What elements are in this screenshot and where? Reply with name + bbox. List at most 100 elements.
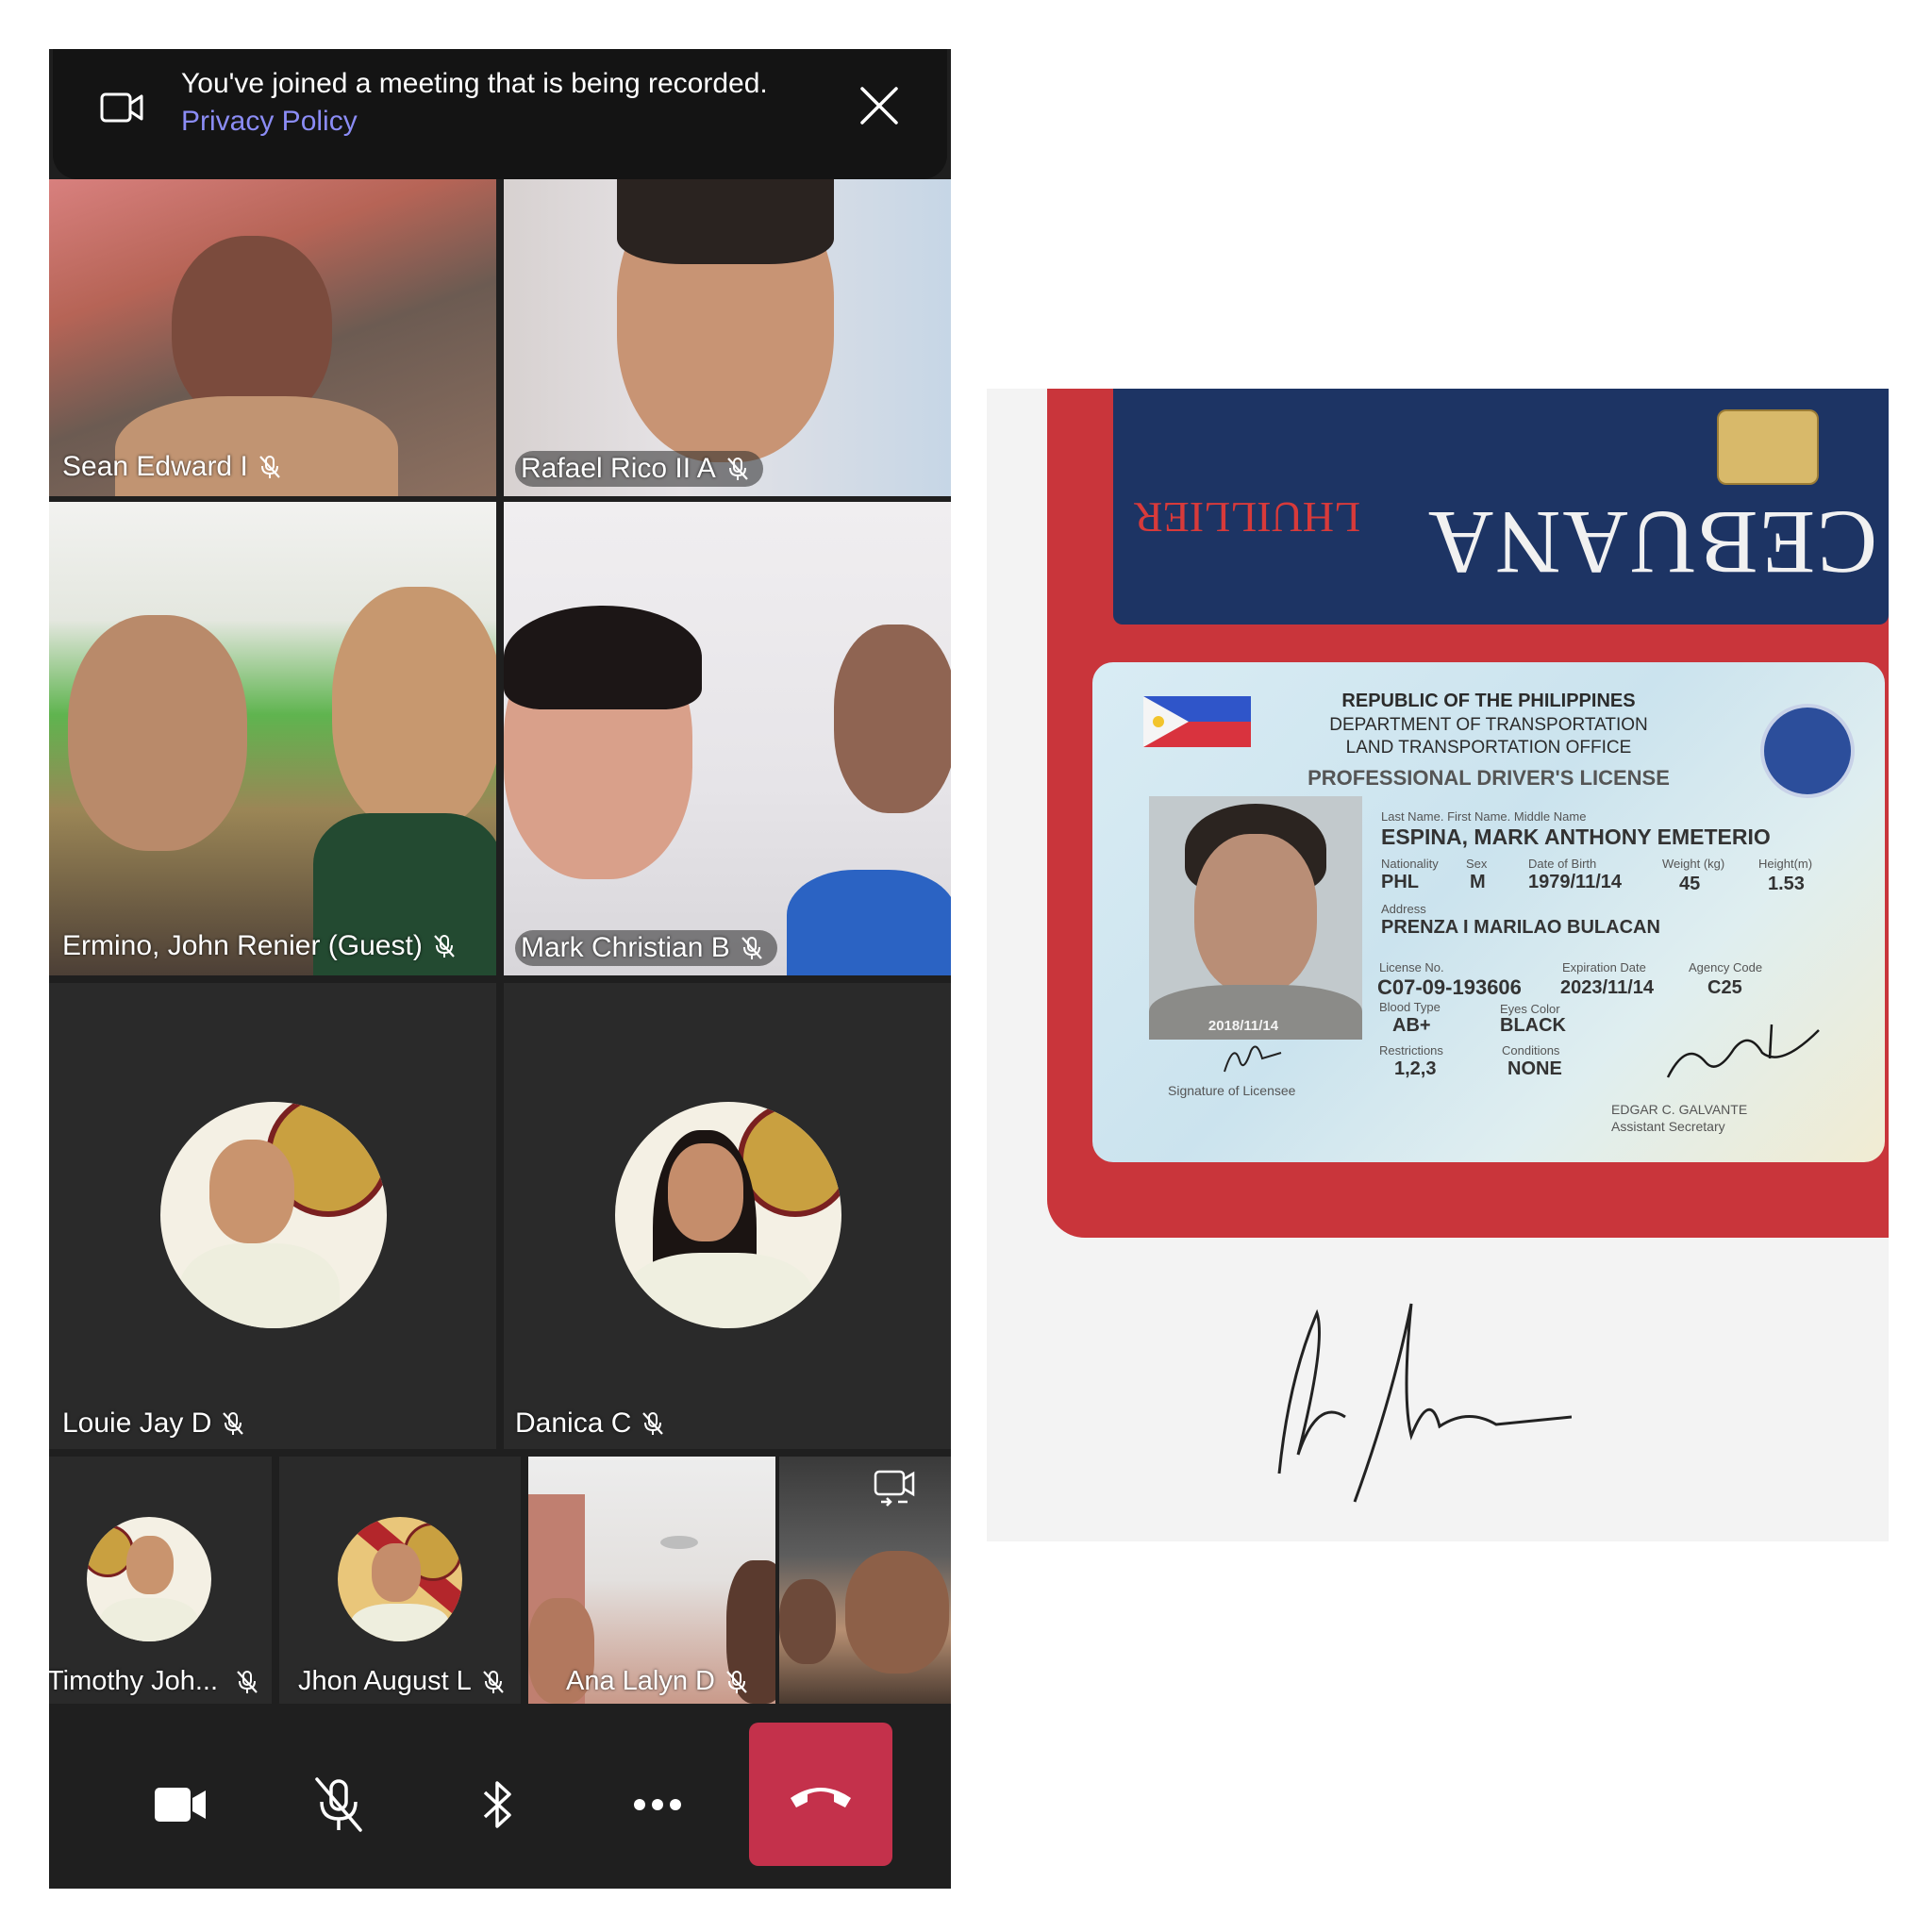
- agency-label: Agency Code: [1689, 960, 1763, 974]
- avatar-body: [351, 1604, 449, 1641]
- video-camera-icon: [100, 92, 143, 123]
- avatar-face: [668, 1143, 743, 1241]
- recording-banner: You've joined a meeting that is being re…: [53, 49, 947, 179]
- nationality-label: Nationality: [1381, 857, 1439, 871]
- mic-off-icon: [483, 1670, 504, 1693]
- video-camera-icon[interactable]: [147, 1772, 213, 1838]
- mic-off-icon: [223, 1412, 244, 1435]
- conditions-value: NONE: [1507, 1058, 1562, 1079]
- participant-name: Ana Lalyn D: [566, 1666, 715, 1696]
- license-title: PROFESSIONAL DRIVER'S LICENSE: [1307, 766, 1670, 790]
- signature-label: Signature of Licensee: [1168, 1083, 1296, 1098]
- avatar: [615, 1102, 841, 1328]
- participant-name: Danica C: [515, 1407, 632, 1439]
- recording-message: You've joined a meeting that is being re…: [181, 68, 768, 99]
- restrictions-value: 1,2,3: [1394, 1058, 1437, 1079]
- bluetooth-icon[interactable]: [464, 1772, 530, 1838]
- self-view-tile[interactable]: [779, 1457, 951, 1704]
- participant-video: [332, 587, 496, 832]
- nationality-value: PHL: [1381, 872, 1419, 892]
- participant-name: Jhon August L: [298, 1666, 472, 1696]
- participant-name: Rafael Rico II A: [521, 453, 716, 484]
- participant-name: Ermino, John Renier (Guest): [62, 930, 423, 961]
- license-name: ESPINA, MARK ANTHONY EMETERIO: [1381, 824, 1771, 849]
- height-label: Height(m): [1758, 857, 1813, 871]
- license-photo: CEBUANA LHUILLIER REPUBLIC OF THE PHILIP…: [987, 389, 1889, 1541]
- more-icon[interactable]: [625, 1772, 691, 1838]
- eyes-label: Eyes Color: [1500, 1002, 1560, 1016]
- participant-tile[interactable]: Sean Edward I: [49, 179, 496, 496]
- license-header-1: REPUBLIC OF THE PHILIPPINES: [1341, 691, 1636, 711]
- participant-video: [834, 625, 951, 813]
- avatar: [87, 1517, 211, 1641]
- participant-video-body: [787, 870, 951, 975]
- blood-label: Blood Type: [1379, 1000, 1441, 1014]
- weight-label: Weight (kg): [1662, 857, 1725, 871]
- handwritten-signature: [1277, 1303, 1572, 1503]
- drivers-license: REPUBLIC OF THE PHILIPPINES DEPARTMENT O…: [1092, 662, 1885, 1162]
- hang-up-icon: [791, 1788, 851, 1807]
- participant-tile[interactable]: Timothy Joh...: [49, 1457, 272, 1704]
- conditions-label: Conditions: [1502, 1043, 1560, 1058]
- cebuana-card: CEBUANA LHUILLIER: [1113, 389, 1889, 625]
- sex-label: Sex: [1466, 857, 1488, 871]
- eyes-value: BLACK: [1500, 1015, 1566, 1036]
- avatar-face: [209, 1140, 294, 1243]
- participant-name: Mark Christian B: [521, 932, 730, 963]
- mic-off-icon: [726, 458, 748, 480]
- participant-tile[interactable]: Louie Jay D: [49, 983, 496, 1449]
- participant-tile[interactable]: Danica C: [504, 983, 951, 1449]
- weight-value: 45: [1679, 874, 1701, 894]
- participant-tile[interactable]: Ermino, John Renier (Guest): [49, 502, 496, 975]
- participant-tile[interactable]: Rafael Rico II A: [504, 179, 951, 496]
- license-no-label: License No.: [1379, 960, 1444, 974]
- microphone-off-icon[interactable]: [306, 1772, 372, 1838]
- mic-off-icon: [433, 935, 455, 958]
- expiration-value: 2023/11/14: [1560, 977, 1654, 998]
- agency-value: C25: [1707, 977, 1742, 998]
- participant-name-tag: Ermino, John Renier (Guest): [62, 930, 458, 962]
- licensee-signature: [1224, 1045, 1282, 1073]
- close-icon[interactable]: [855, 81, 904, 130]
- participant-name: Timothy Joh...: [49, 1666, 219, 1696]
- blood-value: AB+: [1392, 1015, 1431, 1036]
- license-header-3: LAND TRANSPORTATION OFFICE: [1345, 738, 1632, 758]
- mic-off-icon: [258, 456, 280, 478]
- portrait-face: [1194, 834, 1317, 994]
- address-value: PRENZA I MARILAO BULACAN: [1381, 917, 1660, 938]
- participant-video-hair: [504, 606, 702, 709]
- name-label: Last Name. First Name. Middle Name: [1381, 809, 1587, 824]
- mic-off-icon: [642, 1412, 664, 1435]
- mic-off-icon: [237, 1670, 258, 1693]
- official-title: Assistant Secretary: [1611, 1119, 1725, 1134]
- avatar-body: [100, 1598, 198, 1641]
- participant-tile[interactable]: Mark Christian B: [504, 502, 951, 975]
- participant-tile[interactable]: Ana Lalyn D: [528, 1457, 775, 1704]
- mic-off-icon: [741, 937, 762, 959]
- participant-name-tag: Louie Jay D: [62, 1407, 247, 1440]
- participant-name-tag: Rafael Rico II A: [515, 451, 763, 487]
- hang-up-button[interactable]: [749, 1723, 892, 1866]
- restrictions-label: Restrictions: [1379, 1043, 1443, 1058]
- participant-video-lamp: [660, 1536, 698, 1549]
- participant-name-tag: Danica C: [515, 1407, 667, 1440]
- address-label: Address: [1381, 902, 1426, 916]
- dob-value: 1979/11/14: [1528, 872, 1622, 892]
- self-view-person: [779, 1579, 836, 1664]
- participant-name: Sean Edward I: [62, 451, 248, 482]
- official-signature: [1666, 1024, 1820, 1078]
- sex-value: M: [1470, 872, 1486, 892]
- avatar-face: [372, 1543, 421, 1602]
- avatar: [160, 1102, 387, 1328]
- privacy-policy-link[interactable]: Privacy Policy: [181, 106, 358, 138]
- participant-tile[interactable]: Jhon August L: [279, 1457, 521, 1704]
- switch-camera-icon[interactable]: [870, 1462, 919, 1511]
- participant-video-hair: [617, 179, 834, 264]
- participant-name-tag: Ana Lalyn D: [566, 1666, 751, 1697]
- height-value: 1.53: [1768, 874, 1805, 894]
- license-header-2: DEPARTMENT OF TRANSPORTATION: [1329, 715, 1648, 735]
- participant-name-tag: Mark Christian B: [515, 930, 777, 966]
- official-name: EDGAR C. GALVANTE: [1611, 1102, 1748, 1117]
- license-no-value: C07-09-193606: [1377, 975, 1522, 999]
- participant-name-tag: Sean Edward I: [62, 451, 284, 483]
